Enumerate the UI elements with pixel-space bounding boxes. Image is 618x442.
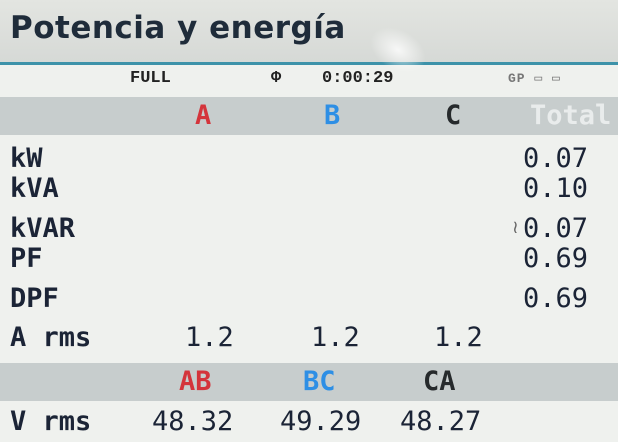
phase-a-header: A [195,100,212,131]
phase-header: A B C Total [0,97,618,135]
row-pf: PF 0.69 [0,243,618,275]
instrument-screen: Potencia y energía FULL Φ 0:00:29 GP ▭ ▭… [0,0,618,442]
line-ca-value: 48.27 [400,406,482,437]
row-label: kVA [10,173,59,204]
phase-c-value: 1.2 [434,322,483,353]
row-label: DPF [10,283,59,314]
row-kw: kW 0.07 [0,143,618,175]
total-value: 0.07 [522,143,588,174]
phase-a-value: 1.2 [185,322,234,353]
row-dpf: DPF 0.69 [0,283,618,315]
total-value: 0.07 [522,213,588,244]
total-value: 0.69 [522,243,588,274]
row-label: kW [10,143,43,174]
status-icons: GP ▭ ▭ [508,71,561,86]
line-ab-header: AB [179,366,212,397]
elapsed-time: 0:00:29 [322,69,394,88]
row-arms: A rms 1.2 1.2 1.2 [0,322,618,354]
row-label: PF [10,243,43,274]
row-kvar: kVAR ≀ 0.07 [0,213,618,245]
row-label: V rms [10,406,92,437]
line-bc-header: BC [303,366,336,397]
mode-indicator: FULL [130,69,171,88]
phase-c-header: C [445,100,462,131]
total-header: Total [530,100,612,131]
status-bar: FULL Φ 0:00:29 GP ▭ ▭ [0,65,618,95]
phase-b-value: 1.2 [311,322,360,353]
row-vrms: V rms 48.32 49.29 48.27 [0,406,618,438]
row-kva: kVA 0.10 [0,173,618,205]
signal-marker-icon: ≀ [512,217,519,238]
line-header: AB BC CA [0,363,618,401]
total-value: 0.69 [522,283,588,314]
timer-icon: Φ [271,69,282,88]
line-ab-value: 48.32 [152,406,234,437]
line-ca-header: CA [423,366,456,397]
row-label: kVAR [10,213,76,244]
line-bc-value: 49.29 [280,406,362,437]
phase-b-header: B [324,100,341,131]
total-value: 0.10 [522,173,588,204]
title-bar: Potencia y energía [0,0,618,65]
page-title: Potencia y energía [10,10,346,46]
row-label: A rms [10,322,92,353]
